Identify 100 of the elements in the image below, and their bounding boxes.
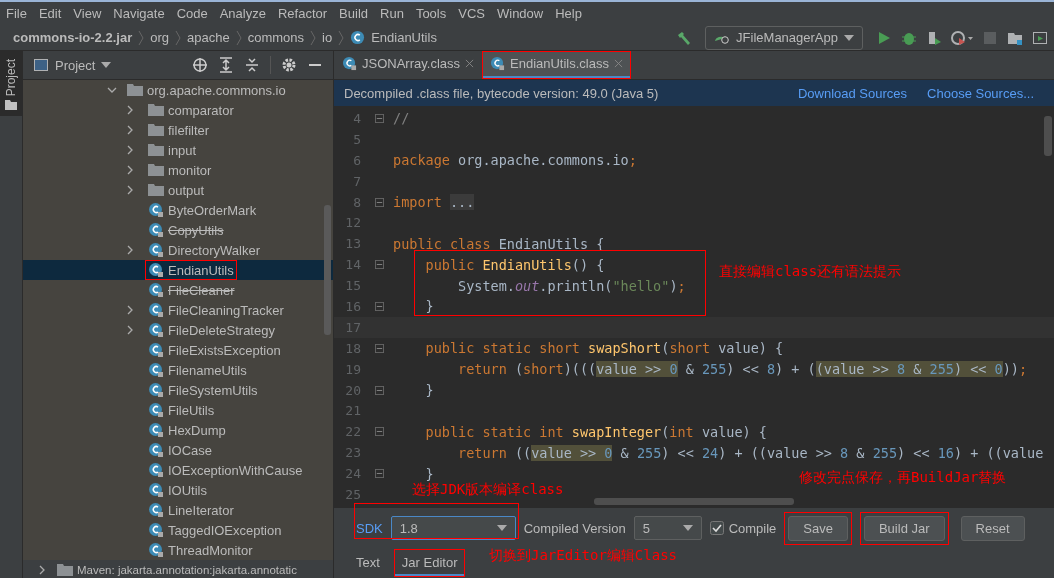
menu-item[interactable]: Run: [380, 6, 404, 21]
line-number: 5: [352, 131, 361, 147]
class-icon: [148, 222, 164, 238]
fold-icon[interactable]: [374, 197, 384, 207]
line-number: 15: [344, 278, 361, 294]
tree-item[interactable]: FileDeleteStrategy: [23, 320, 333, 340]
tree-item[interactable]: DirectoryWalker: [23, 240, 333, 260]
tree-item[interactable]: LineIterator: [23, 500, 333, 520]
tree-item[interactable]: input: [23, 140, 333, 160]
breadcrumb-item[interactable]: EndianUtils: [371, 30, 437, 45]
class-icon: [148, 242, 164, 258]
scrollbar[interactable]: [324, 205, 331, 335]
fold-icon[interactable]: [374, 343, 384, 353]
run-configuration-dropdown[interactable]: JFileManagerApp: [705, 25, 863, 50]
menu-item[interactable]: Help: [555, 6, 582, 21]
coverage-icon[interactable]: [926, 29, 942, 46]
run-icon[interactable]: [876, 29, 892, 46]
tree-item[interactable]: filefilter: [23, 120, 333, 140]
tree-item[interactable]: IOUtils: [23, 480, 333, 500]
editor-tab[interactable]: EndianUtils.class: [482, 51, 631, 79]
fold-icon[interactable]: [374, 113, 384, 123]
tree-item[interactable]: output: [23, 180, 333, 200]
link[interactable]: Choose Sources...: [927, 85, 1034, 101]
scrollbar[interactable]: [1044, 116, 1052, 156]
locate-icon[interactable]: [192, 57, 208, 73]
menu-item[interactable]: View: [73, 6, 102, 21]
tree-item[interactable]: FilenameUtils: [23, 360, 333, 380]
class-icon: [490, 56, 505, 71]
chevron-icon: [310, 29, 316, 46]
fold-icon[interactable]: [374, 260, 384, 270]
action-button[interactable]: Reset: [960, 515, 1025, 541]
caret-icon: [844, 34, 854, 41]
tree-item[interactable]: FileUtils: [23, 400, 333, 420]
breadcrumb-item[interactable]: org: [150, 30, 169, 45]
project-tool-tab[interactable]: Project: [0, 51, 22, 117]
compile-checkbox[interactable]: Compile: [709, 520, 777, 536]
folder-icon: [148, 163, 164, 177]
action-button[interactable]: Build Jar: [863, 515, 945, 541]
expand-all-icon[interactable]: [218, 57, 234, 73]
tree-item[interactable]: CopyUtils: [23, 220, 333, 240]
line-number: 7: [352, 173, 361, 189]
menu-item[interactable]: Edit: [38, 6, 62, 21]
compiled-version-dropdown[interactable]: 5: [633, 516, 702, 540]
tree-item[interactable]: Maven: jakarta.annotation:jakarta.annotatic: [23, 560, 333, 578]
action-button[interactable]: Save: [788, 515, 848, 541]
class-icon: [148, 382, 164, 398]
tree-item[interactable]: HexDump: [23, 420, 333, 440]
settings-icon[interactable]: [281, 57, 297, 73]
folder-icon: [5, 100, 17, 111]
breadcrumb-item[interactable]: commons: [247, 30, 304, 45]
tree-item[interactable]: monitor: [23, 160, 333, 180]
breadcrumb-item[interactable]: commons-io-2.2.jar: [13, 30, 133, 45]
line-number: 22: [344, 424, 361, 440]
tree-item[interactable]: org.apache.commons.io: [23, 80, 333, 100]
menu-item[interactable]: Navigate: [113, 6, 165, 21]
scrollbar[interactable]: [594, 498, 794, 505]
line-number: 13: [344, 236, 361, 252]
tree-item[interactable]: comparator: [23, 100, 333, 120]
menu-item[interactable]: File: [6, 6, 27, 21]
tree-item[interactable]: ThreadMonitor: [23, 540, 333, 560]
tree-item[interactable]: FileSystemUtils: [23, 380, 333, 400]
folder-icon: [148, 123, 164, 137]
tree-item[interactable]: TaggedIOException: [23, 520, 333, 540]
project-view-dropdown[interactable]: Project: [33, 57, 112, 73]
editor-mode-tab[interactable]: Text: [348, 549, 388, 577]
class-icon: [148, 362, 164, 378]
collapse-all-icon[interactable]: [244, 57, 260, 73]
fold-icon[interactable]: [374, 469, 384, 479]
window-icon[interactable]: [1032, 29, 1048, 46]
menu-item[interactable]: Build: [339, 6, 368, 21]
class-icon: [148, 402, 164, 418]
fold-icon[interactable]: [374, 385, 384, 395]
tree-item[interactable]: FileExistsException: [23, 340, 333, 360]
editor-mode-tab[interactable]: Jar Editor: [393, 549, 466, 577]
menu-item[interactable]: Code: [176, 6, 208, 21]
folder-icon: [127, 83, 143, 97]
fold-icon[interactable]: [374, 301, 384, 311]
menu-item[interactable]: Refactor: [277, 6, 328, 21]
tree-item[interactable]: FileCleaner: [23, 280, 333, 300]
link[interactable]: Download Sources: [797, 85, 908, 101]
menu-item[interactable]: Analyze: [219, 6, 266, 21]
fold-icon[interactable]: [374, 427, 384, 437]
tree-item[interactable]: IOExceptionWithCause: [23, 460, 333, 480]
profiler-icon[interactable]: [951, 29, 973, 46]
tree-item[interactable]: FileCleaningTracker: [23, 300, 333, 320]
menu-item[interactable]: VCS: [458, 6, 485, 21]
hammer-icon[interactable]: [676, 29, 693, 46]
tree-item[interactable]: IOCase: [23, 440, 333, 460]
tree-item[interactable]: EndianUtils: [23, 260, 333, 280]
tree-item[interactable]: ByteOrderMark: [23, 200, 333, 220]
sdk-dropdown[interactable]: 1.8: [390, 516, 516, 540]
class-icon: [148, 542, 164, 558]
line-number: 14: [344, 257, 361, 273]
breadcrumb-item[interactable]: io: [322, 30, 333, 45]
editor-tab[interactable]: JSONArray.class: [334, 51, 482, 79]
close-icon[interactable]: [614, 59, 623, 68]
menu-item[interactable]: Tools: [415, 6, 447, 21]
close-icon[interactable]: [465, 59, 474, 68]
breadcrumb-item[interactable]: apache: [187, 30, 230, 45]
menu-item[interactable]: Window: [496, 6, 544, 21]
